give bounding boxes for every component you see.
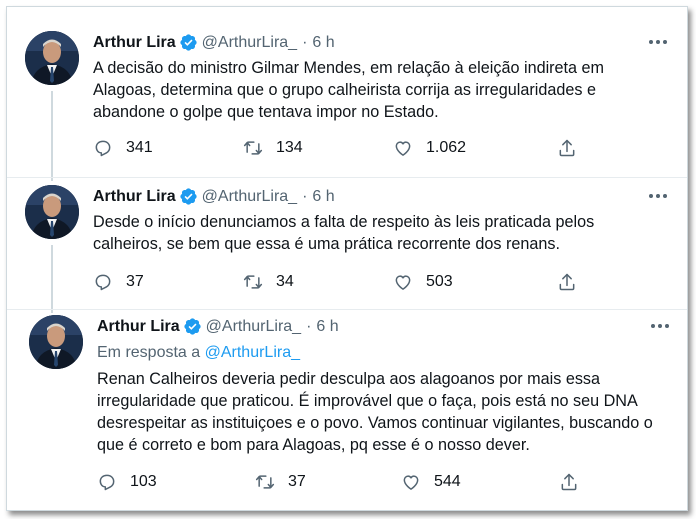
author-handle[interactable]: @ArthurLira_ — [202, 188, 297, 206]
tweet-text: A decisão do ministro Gilmar Mendes, em … — [93, 59, 605, 121]
avatar-photo — [29, 315, 83, 369]
share-button[interactable] — [557, 138, 590, 158]
share-button[interactable] — [559, 472, 592, 492]
reply-icon — [95, 274, 111, 291]
share-icon — [559, 273, 575, 291]
like-heart-icon — [403, 475, 419, 490]
like-heart-icon — [395, 275, 411, 290]
replying-to-handle-link[interactable]: @ArthurLira_ — [205, 344, 300, 361]
author-name[interactable]: Arthur Lira — [93, 34, 176, 52]
like-heart-icon — [395, 141, 411, 156]
tweet-text: Renan Calheiros deveria pedir desculpa a… — [97, 370, 653, 454]
author-handle[interactable]: @ArthurLira_ — [202, 34, 297, 52]
author-name[interactable]: Arthur Lira — [97, 318, 180, 336]
avatar[interactable] — [25, 31, 79, 85]
thread-line — [51, 91, 53, 181]
verified-badge-icon — [184, 318, 201, 335]
reply-button[interactable]: 37 — [93, 272, 144, 292]
like-button[interactable]: 1.062 — [393, 138, 466, 158]
verified-badge-icon — [180, 188, 197, 205]
tweet-divider — [7, 177, 687, 178]
share-button[interactable] — [557, 272, 590, 292]
like-count: 544 — [434, 473, 461, 490]
like-button[interactable]: 503 — [393, 272, 453, 292]
reply-count: 341 — [126, 139, 153, 156]
tweet-text: Desde o início denunciamos a falta de re… — [93, 213, 595, 253]
reply-count: 37 — [126, 273, 144, 290]
tweet-header: Arthur Lira @ArthurLira_ · 6 h — [93, 187, 335, 206]
retweet-button[interactable]: 134 — [243, 138, 303, 158]
author-name[interactable]: Arthur Lira — [93, 188, 176, 206]
verified-badge-icon — [180, 34, 197, 51]
tweet-divider — [7, 309, 687, 310]
tweet-timestamp[interactable]: 6 h — [316, 318, 338, 336]
reply-icon — [95, 140, 111, 157]
dot-separator: · — [302, 187, 308, 205]
retweet-button[interactable]: 34 — [243, 272, 294, 292]
retweet-icon — [255, 475, 275, 489]
more-options-icon[interactable] — [647, 189, 669, 203]
tweet-thread-screenshot: Arthur Lira @ArthurLira_ · 6 h A decisão… — [6, 6, 688, 511]
dot-separator: · — [302, 33, 308, 51]
like-count: 503 — [426, 273, 453, 290]
replying-to-label: Em resposta a — [97, 344, 201, 361]
tweet-header: Arthur Lira @ArthurLira_ · 6 h — [97, 317, 339, 336]
retweet-button[interactable]: 37 — [255, 472, 306, 492]
tweet-timestamp[interactable]: 6 h — [312, 34, 334, 52]
tweet-timestamp[interactable]: 6 h — [312, 188, 334, 206]
avatar[interactable] — [29, 315, 83, 369]
like-button[interactable]: 544 — [401, 472, 461, 492]
retweet-count: 37 — [288, 473, 306, 490]
more-options-icon[interactable] — [649, 319, 671, 333]
author-handle[interactable]: @ArthurLira_ — [206, 318, 301, 336]
avatar-photo — [25, 185, 79, 239]
reply-button[interactable]: 341 — [93, 138, 153, 158]
avatar-photo — [25, 31, 79, 85]
share-icon — [559, 139, 575, 157]
retweet-count: 34 — [276, 273, 294, 290]
thread-line — [51, 245, 53, 313]
share-icon — [561, 473, 577, 491]
like-count: 1.062 — [426, 139, 467, 156]
reply-count: 103 — [130, 473, 157, 490]
avatar[interactable] — [25, 185, 79, 239]
reply-button[interactable]: 103 — [97, 472, 157, 492]
reply-icon — [99, 474, 115, 491]
dot-separator: · — [306, 317, 312, 335]
tweet-header: Arthur Lira @ArthurLira_ · 6 h — [93, 33, 335, 52]
retweet-count: 134 — [276, 139, 303, 156]
more-options-icon[interactable] — [647, 35, 669, 49]
retweet-icon — [243, 275, 263, 289]
replying-to-line: Em resposta a @ArthurLira_ — [97, 344, 300, 362]
retweet-icon — [243, 141, 263, 155]
